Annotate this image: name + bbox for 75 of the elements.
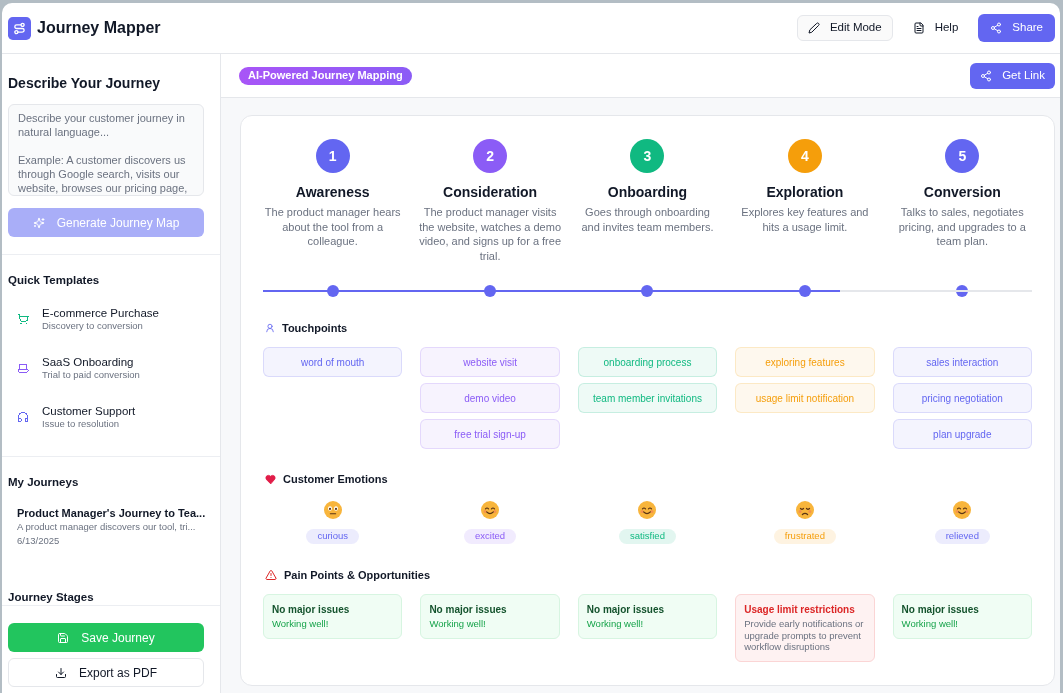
stage-description: The product manager visits the website, watches a demo video, and signs up for a free trial.	[418, 205, 563, 263]
export-pdf-button[interactable]: Export as PDF	[8, 658, 204, 687]
stage-description: Goes through onboarding and invites team members.	[580, 205, 715, 234]
pain-point-note: Provide early notifications or upgrade prompts to prevent workflow disruptions	[744, 618, 865, 653]
sparkles-icon	[32, 216, 45, 229]
stage-number: 3	[630, 139, 665, 173]
section-heading: Quick Templates	[8, 273, 101, 287]
template-item[interactable]: E-commerce Purchase Discovery to conversion	[8, 298, 204, 339]
stage-number: 4	[787, 139, 822, 173]
pain-point-note: Working well!	[901, 618, 959, 630]
stage-description: Explores key features and hits a usage limit.	[740, 205, 870, 234]
download-icon	[55, 666, 67, 679]
pencil-icon	[807, 22, 820, 34]
stage-title: Consideration	[443, 183, 538, 201]
pain-point-note: Working well!	[272, 618, 330, 630]
touchpoint-chip: website visit	[420, 347, 560, 377]
touchpoint-chip: free trial sign-up	[420, 419, 560, 449]
section-heading: Customer Emotions	[283, 472, 388, 486]
document-icon	[912, 22, 925, 34]
app-title: Journey Mapper	[37, 18, 161, 38]
journey-item[interactable]: Product Manager's Journey to Tea... A product manager discovers our tool, tri... 6/13/2025	[8, 499, 212, 554]
stage-number: 1	[315, 139, 350, 173]
stage-title: Exploration	[766, 183, 844, 201]
stage-title: Conversion	[923, 183, 1001, 201]
touchpoint-chip: plan upgrade	[892, 419, 1032, 449]
pain-point-note: Working well!	[586, 618, 645, 630]
template-item[interactable]: SaaS Onboarding Trial to paid conversion	[8, 347, 204, 388]
emotion-label: curious	[306, 529, 359, 544]
feature-tag: AI-Powered Journey Mapping	[239, 66, 412, 85]
pain-point-title: No major issues	[586, 603, 666, 616]
stage-number: 2	[473, 139, 508, 173]
pain-point-title: No major issues	[272, 603, 351, 616]
user-icon	[265, 323, 275, 333]
logo-icon	[8, 16, 31, 40]
touchpoint-chip: pricing negotiation	[892, 383, 1032, 413]
pain-point-title: No major issues	[429, 603, 508, 616]
section-heading: My Journeys	[8, 475, 80, 489]
stage-description: Talks to sales, negotiates pricing, and upgrades to a team plan.	[897, 205, 1027, 249]
emotion-label: satisfied	[619, 529, 676, 544]
emotion-label: relieved	[934, 529, 990, 544]
smiling-face-icon	[481, 501, 500, 519]
pain-point-title: Usage limit restrictions	[744, 603, 856, 616]
smiling-face-icon	[953, 501, 972, 519]
neutral-face-icon	[323, 501, 342, 519]
touchpoint-chip: usage limit notification	[735, 383, 875, 413]
section-heading: Pain Points & Opportunities	[284, 568, 431, 582]
emotion-label: frustrated	[773, 529, 836, 544]
smiling-face-icon	[638, 501, 657, 519]
emotion-label: excited	[464, 529, 517, 544]
share-icon	[980, 69, 993, 82]
journey-description-input[interactable]: Describe your customer journey in natural language... Example: A customer discovers us through Google search, visits our website, browses our pricing page,	[8, 104, 204, 196]
sad-face-icon	[795, 501, 814, 519]
section-heading: Describe Your Journey	[8, 74, 161, 92]
section-heading: Journey Stages	[8, 590, 95, 604]
edit-mode-button[interactable]: Edit Mode	[796, 15, 893, 41]
get-link-button[interactable]: Get Link	[970, 62, 1055, 89]
section-heading: Touchpoints	[282, 321, 348, 335]
share-button[interactable]: Share	[978, 14, 1055, 42]
stage-title: Awareness	[295, 183, 370, 201]
warning-icon	[265, 569, 277, 581]
touchpoint-chip: sales interaction	[892, 347, 1032, 377]
heart-icon	[265, 473, 276, 485]
touchpoint-chip: exploring features	[735, 347, 875, 377]
stage-title: Onboarding	[607, 183, 688, 201]
stage-description: The product manager hears about the tool from a colleague.	[263, 205, 402, 249]
touchpoint-chip: team member invitations	[577, 383, 718, 413]
pain-point-note: Working well!	[429, 618, 487, 630]
touchpoint-chip: onboarding process	[577, 347, 718, 377]
touchpoint-chip: word of mouth	[263, 347, 403, 377]
help-button[interactable]: Help	[902, 15, 969, 41]
touchpoint-chip: demo video	[420, 383, 560, 413]
pain-point-title: No major issues	[901, 603, 980, 616]
stage-number: 5	[945, 139, 980, 173]
share-icon	[990, 22, 1003, 34]
template-item[interactable]: Customer Support Issue to resolution	[8, 396, 204, 437]
